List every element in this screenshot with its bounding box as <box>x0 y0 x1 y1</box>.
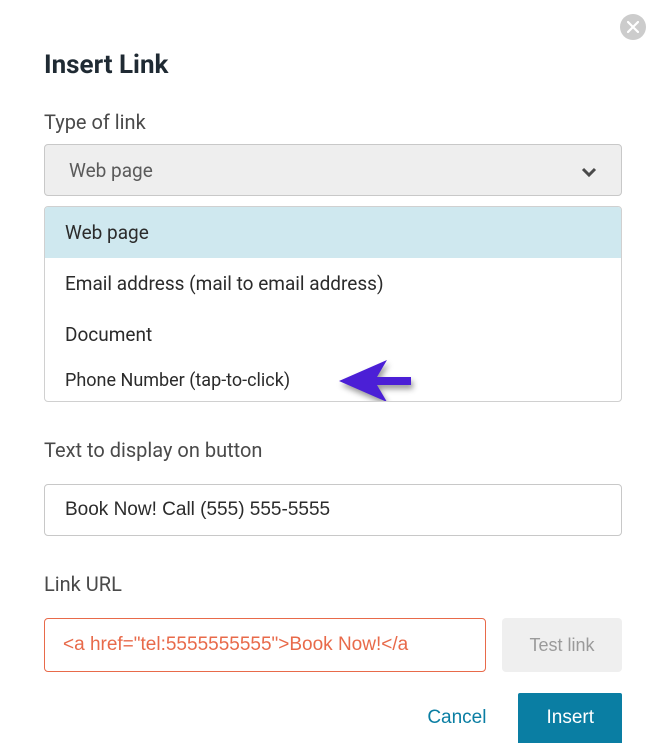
dropdown-option-label: Phone Number (tap-to-click) <box>65 370 290 391</box>
text-display-label: Text to display on button <box>44 438 622 462</box>
close-button[interactable] <box>620 14 646 40</box>
text-display-input[interactable] <box>44 484 622 536</box>
close-icon <box>627 18 639 37</box>
type-of-link-label: Type of link <box>44 110 622 134</box>
link-url-input[interactable] <box>44 618 486 672</box>
type-of-link-select[interactable]: Web page <box>44 144 622 196</box>
test-link-button[interactable]: Test link <box>502 618 622 672</box>
dialog-title: Insert Link <box>44 50 622 80</box>
dropdown-option-web-page[interactable]: Web page <box>45 207 621 258</box>
dropdown-option-document[interactable]: Document <box>45 309 621 360</box>
annotation-arrow-icon <box>339 360 411 402</box>
dropdown-option-email[interactable]: Email address (mail to email address) <box>45 258 621 309</box>
link-url-row: Test link <box>44 618 622 672</box>
insert-link-dialog: Insert Link Type of link Web page Web pa… <box>0 0 666 672</box>
insert-button[interactable]: Insert <box>518 693 622 743</box>
dropdown-option-label: Email address (mail to email address) <box>65 272 384 295</box>
cancel-button[interactable]: Cancel <box>423 697 490 739</box>
dropdown-option-label: Document <box>65 323 152 346</box>
type-of-link-dropdown: Web page Email address (mail to email ad… <box>44 206 622 402</box>
link-url-label: Link URL <box>44 572 622 596</box>
type-of-link-selected-value: Web page <box>69 159 153 182</box>
chevron-down-icon <box>581 162 597 178</box>
dialog-footer: Cancel Insert <box>423 693 622 749</box>
dropdown-option-phone[interactable]: Phone Number (tap-to-click) <box>45 360 621 401</box>
type-of-link-select-wrapper: Web page Web page Email address (mail to… <box>44 144 622 196</box>
dropdown-option-label: Web page <box>65 221 149 244</box>
